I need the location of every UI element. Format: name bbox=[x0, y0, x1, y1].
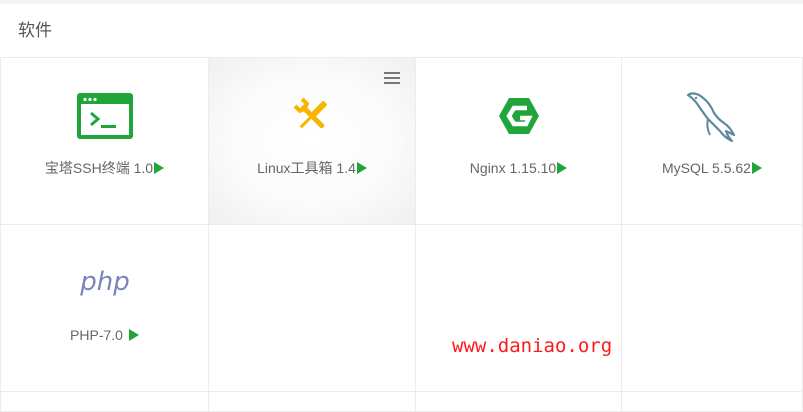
app-name-label: PHP-7.0 bbox=[70, 327, 123, 343]
empty-tile bbox=[209, 392, 416, 412]
software-panel: 软件 宝塔SSH终端 1.0 Linux工具箱 1.4 Nginx 1.15.1… bbox=[0, 4, 803, 412]
empty-tile bbox=[209, 225, 416, 392]
app-name-label: 宝塔SSH终端 1.0 bbox=[44, 160, 154, 176]
empty-tile bbox=[416, 392, 622, 412]
mysql-icon bbox=[622, 92, 802, 143]
empty-tile bbox=[0, 392, 209, 412]
app-tile-php[interactable]: php PHP-7.0 bbox=[0, 225, 209, 392]
software-grid: 宝塔SSH终端 1.0 Linux工具箱 1.4 Nginx 1.15.10 M… bbox=[0, 58, 803, 412]
empty-tile bbox=[622, 392, 803, 412]
play-icon[interactable] bbox=[356, 162, 367, 174]
play-icon[interactable] bbox=[128, 329, 139, 341]
empty-tile bbox=[622, 225, 803, 392]
section-title: 软件 bbox=[18, 21, 52, 41]
app-tile-mysql[interactable]: MySQL 5.5.62 bbox=[622, 58, 803, 225]
watermark-text: www.daniao.org bbox=[452, 335, 613, 357]
svg-text:php: php bbox=[79, 267, 130, 297]
php-icon: php bbox=[1, 259, 208, 307]
app-tile-linux-toolbox[interactable]: Linux工具箱 1.4 bbox=[209, 58, 416, 225]
tools-icon bbox=[209, 92, 415, 140]
app-name-label: Nginx 1.15.10 bbox=[469, 160, 557, 176]
hamburger-menu-icon[interactable] bbox=[384, 72, 400, 84]
section-header: 软件 bbox=[0, 4, 803, 58]
play-icon[interactable] bbox=[154, 162, 165, 174]
play-icon[interactable] bbox=[751, 162, 762, 174]
nginx-icon bbox=[416, 92, 621, 140]
app-tile-nginx[interactable]: Nginx 1.15.10 bbox=[416, 58, 622, 225]
empty-tile bbox=[416, 225, 622, 392]
app-name-label: MySQL 5.5.62 bbox=[662, 160, 751, 176]
play-icon[interactable] bbox=[557, 162, 568, 174]
app-tile-ssh-terminal[interactable]: 宝塔SSH终端 1.0 bbox=[0, 58, 209, 225]
app-name-label: Linux工具箱 1.4 bbox=[257, 160, 356, 176]
terminal-icon bbox=[1, 92, 208, 140]
